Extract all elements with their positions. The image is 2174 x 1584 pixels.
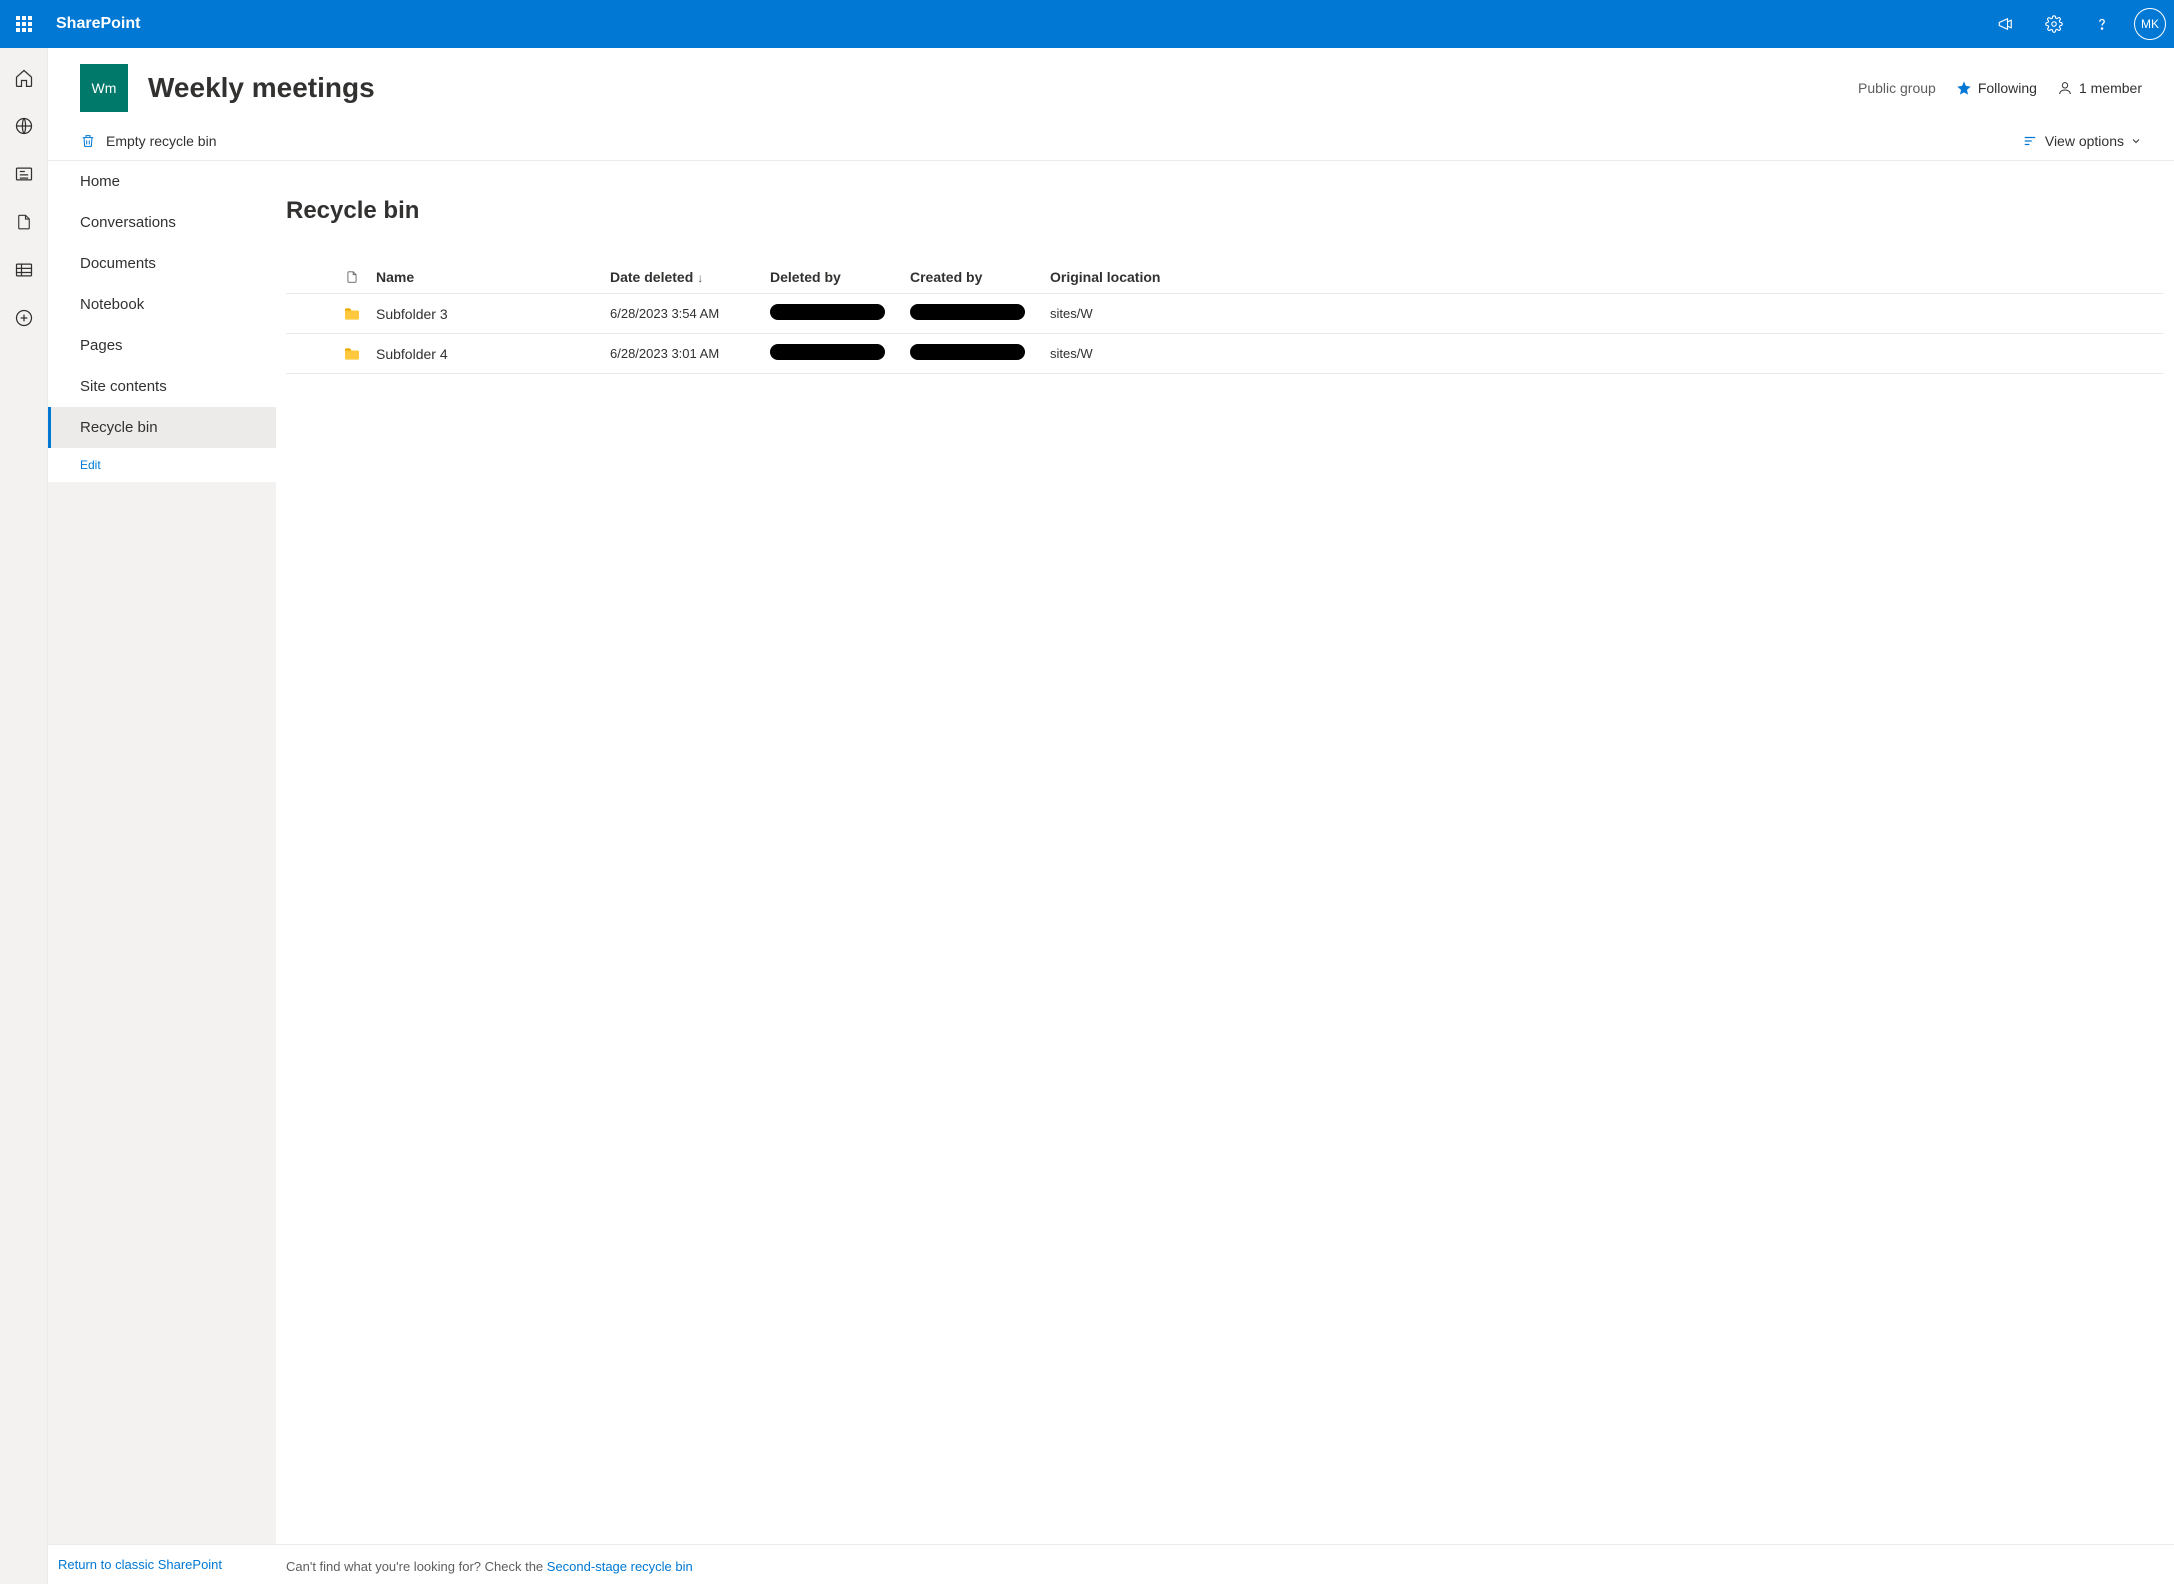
nav-recycle-bin[interactable]: Recycle bin bbox=[48, 407, 276, 448]
home-icon bbox=[14, 68, 34, 88]
col-date-deleted-header[interactable]: Date deleted↓ bbox=[610, 269, 770, 285]
sort-desc-icon: ↓ bbox=[697, 271, 703, 285]
row-created-by bbox=[910, 344, 1050, 363]
nav-home[interactable]: Home bbox=[48, 161, 276, 202]
page-title: Recycle bin bbox=[286, 197, 2164, 225]
rail-lists-button[interactable] bbox=[14, 260, 34, 280]
file-icon bbox=[15, 212, 33, 232]
site-title[interactable]: Weekly meetings bbox=[148, 72, 375, 104]
nav-notebook[interactable]: Notebook bbox=[48, 284, 276, 325]
help-icon bbox=[2093, 15, 2111, 33]
megaphone-icon bbox=[1997, 15, 2015, 33]
second-stage-link[interactable]: Second-stage recycle bin bbox=[547, 1559, 693, 1574]
nav-documents[interactable]: Documents bbox=[48, 243, 276, 284]
global-nav-rail bbox=[0, 48, 48, 1584]
user-avatar[interactable]: MK bbox=[2134, 8, 2166, 40]
table-header-row: Name Date deleted↓ Deleted by Created by… bbox=[286, 261, 2164, 294]
megaphone-button[interactable] bbox=[1982, 0, 2030, 48]
command-bar: Empty recycle bin View options bbox=[48, 124, 2174, 161]
site-logo[interactable]: Wm bbox=[80, 64, 128, 112]
chevron-down-icon bbox=[2130, 135, 2142, 147]
col-original-location-header[interactable]: Original location bbox=[1050, 269, 2164, 285]
suite-header: SharePoint MK bbox=[0, 0, 2174, 48]
following-button[interactable]: Following bbox=[1956, 80, 2037, 96]
rail-news-button[interactable] bbox=[14, 164, 34, 184]
folder-icon bbox=[343, 347, 361, 361]
waffle-icon bbox=[16, 16, 32, 32]
nav-conversations[interactable]: Conversations bbox=[48, 202, 276, 243]
row-type-icon bbox=[334, 347, 370, 361]
table-row[interactable]: Subfolder 4 6/28/2023 3:01 AM sites/W bbox=[286, 334, 2164, 374]
row-name[interactable]: Subfolder 3 bbox=[370, 306, 610, 322]
folder-icon bbox=[343, 307, 361, 321]
rail-home-button[interactable] bbox=[14, 68, 34, 88]
col-type-icon[interactable] bbox=[334, 269, 370, 285]
members-button[interactable]: 1 member bbox=[2057, 80, 2142, 96]
row-original-location: sites/W bbox=[1050, 306, 2164, 321]
row-created-by bbox=[910, 304, 1050, 323]
return-classic-link[interactable]: Return to classic SharePoint bbox=[48, 1544, 276, 1584]
globe-icon bbox=[14, 116, 34, 136]
star-icon bbox=[1956, 80, 1972, 96]
file-type-icon bbox=[345, 269, 359, 285]
group-type-label: Public group bbox=[1858, 80, 1936, 96]
app-name-label[interactable]: SharePoint bbox=[48, 15, 140, 33]
row-deleted-by bbox=[770, 344, 910, 363]
empty-recycle-bin-label: Empty recycle bin bbox=[106, 133, 216, 149]
empty-recycle-bin-button[interactable]: Empty recycle bin bbox=[80, 132, 216, 150]
footer-text: Can't find what you're looking for? Chec… bbox=[286, 1559, 547, 1574]
col-created-by-header[interactable]: Created by bbox=[910, 269, 1050, 285]
row-type-icon bbox=[334, 307, 370, 321]
page-footer: Can't find what you're looking for? Chec… bbox=[276, 1544, 2174, 1584]
col-deleted-by-header[interactable]: Deleted by bbox=[770, 269, 910, 285]
nav-site-contents[interactable]: Site contents bbox=[48, 366, 276, 407]
rail-create-button[interactable] bbox=[14, 308, 34, 328]
rail-sites-button[interactable] bbox=[14, 116, 34, 136]
row-name[interactable]: Subfolder 4 bbox=[370, 346, 610, 362]
app-launcher-button[interactable] bbox=[0, 16, 48, 32]
rail-files-button[interactable] bbox=[15, 212, 33, 232]
view-options-icon bbox=[2021, 134, 2039, 148]
site-header: Wm Weekly meetings Public group Followin… bbox=[48, 48, 2174, 124]
gear-icon bbox=[2045, 15, 2063, 33]
table-row[interactable]: Subfolder 3 6/28/2023 3:54 AM sites/W bbox=[286, 294, 2164, 334]
row-original-location: sites/W bbox=[1050, 346, 2164, 361]
following-label: Following bbox=[1978, 80, 2037, 96]
view-options-button[interactable]: View options bbox=[2021, 133, 2142, 149]
recycle-bin-table: Name Date deleted↓ Deleted by Created by… bbox=[286, 261, 2164, 374]
page-content: Recycle bin Name Date deleted↓ Deleted b… bbox=[276, 161, 2174, 1584]
site-nav: Home Conversations Documents Notebook Pa… bbox=[48, 161, 276, 1584]
row-date-deleted: 6/28/2023 3:54 AM bbox=[610, 306, 770, 321]
view-options-label: View options bbox=[2045, 133, 2124, 149]
news-icon bbox=[14, 164, 34, 184]
nav-spacer bbox=[48, 482, 276, 1544]
list-icon bbox=[14, 260, 34, 280]
nav-pages[interactable]: Pages bbox=[48, 325, 276, 366]
person-icon bbox=[2057, 80, 2073, 96]
settings-button[interactable] bbox=[2030, 0, 2078, 48]
trash-icon bbox=[80, 132, 96, 150]
col-name-header[interactable]: Name bbox=[370, 269, 610, 285]
members-label: 1 member bbox=[2079, 80, 2142, 96]
row-deleted-by bbox=[770, 304, 910, 323]
help-button[interactable] bbox=[2078, 0, 2126, 48]
nav-edit-link[interactable]: Edit bbox=[48, 448, 276, 482]
plus-circle-icon bbox=[14, 308, 34, 328]
row-date-deleted: 6/28/2023 3:01 AM bbox=[610, 346, 770, 361]
